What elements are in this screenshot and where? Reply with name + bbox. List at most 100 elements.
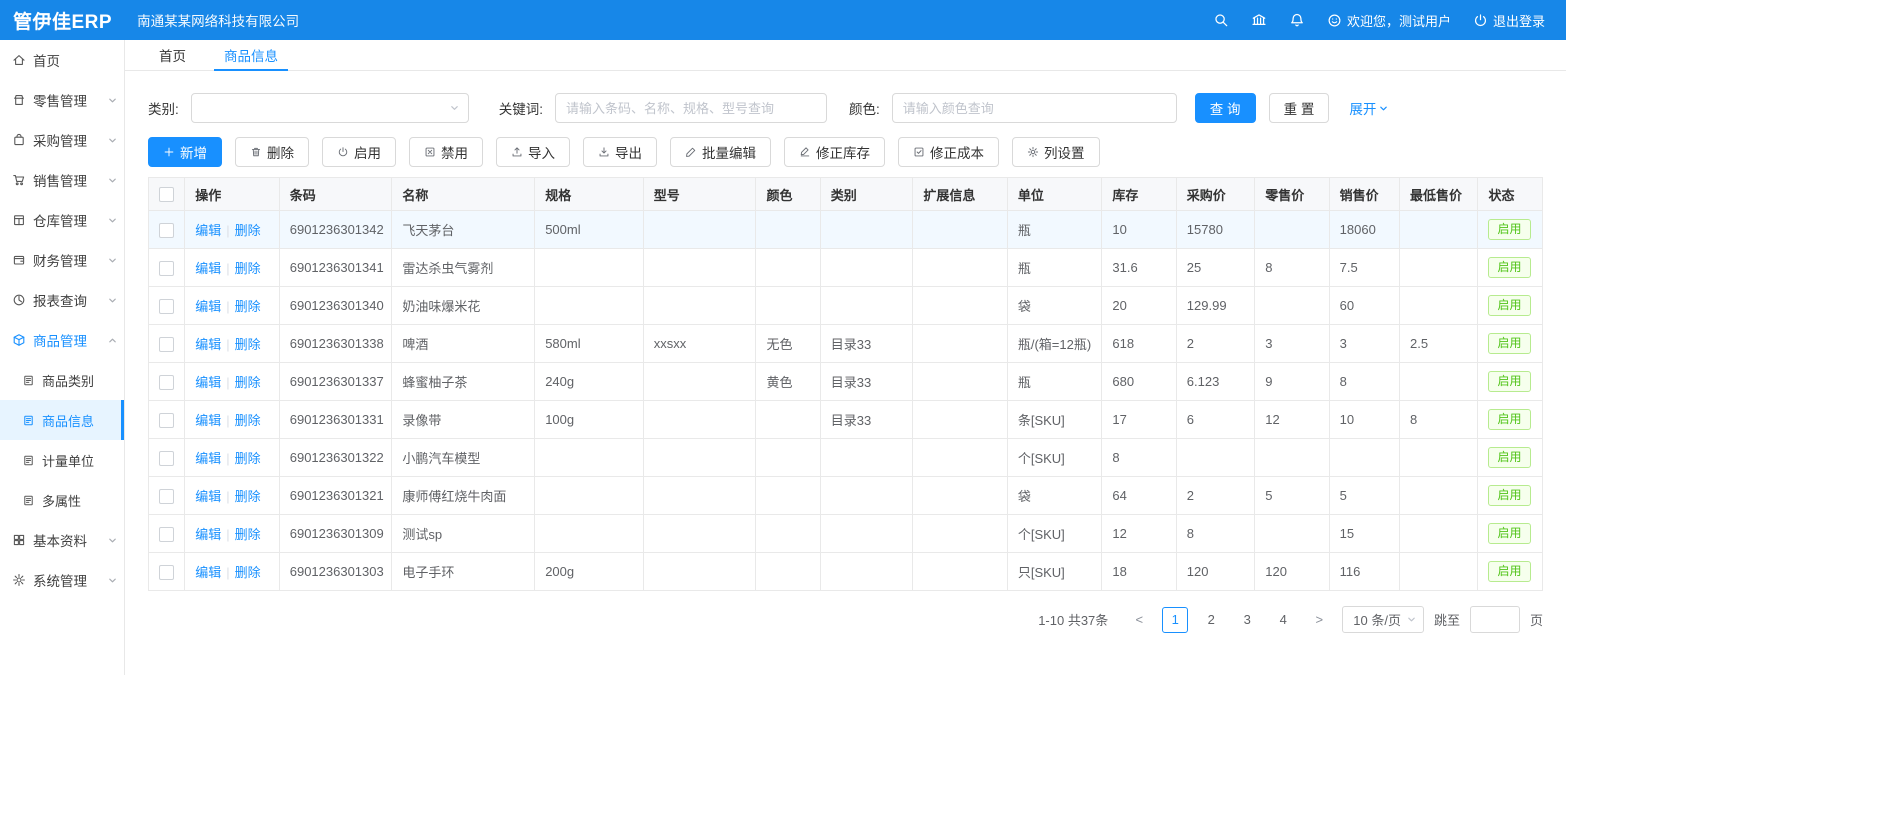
edit-link[interactable]: 编辑: [195, 375, 221, 390]
power-icon: [1473, 13, 1488, 28]
bank-icon[interactable]: [1251, 12, 1267, 28]
toolbar-启用-button[interactable]: 启用: [322, 137, 396, 167]
page-button-1[interactable]: 1: [1162, 607, 1188, 633]
sidebar-item-零售管理[interactable]: 零售管理: [0, 80, 124, 120]
row-checkbox[interactable]: [159, 223, 174, 238]
reset-button[interactable]: 重 置: [1269, 93, 1330, 123]
row-checkbox[interactable]: [159, 565, 174, 580]
color-input[interactable]: [892, 93, 1177, 123]
ops-cell: 编辑|删除: [185, 287, 280, 325]
page-button-3[interactable]: 3: [1234, 607, 1260, 633]
model-cell: [643, 439, 756, 477]
sidebar-item-商品类别[interactable]: 商品类别: [0, 360, 124, 400]
next-page-button[interactable]: >: [1306, 607, 1332, 633]
edit-link[interactable]: 编辑: [195, 299, 221, 314]
delete-link[interactable]: 删除: [235, 489, 261, 504]
status-badge[interactable]: 启用: [1488, 485, 1530, 507]
toolbar-禁用-button[interactable]: 禁用: [409, 137, 483, 167]
welcome-user[interactable]: 欢迎您，测试用户: [1327, 11, 1451, 30]
category-select[interactable]: [191, 93, 469, 123]
name-cell: 小鹏汽车模型: [392, 439, 535, 477]
sidebar-item-商品信息[interactable]: 商品信息: [0, 400, 124, 440]
status-badge[interactable]: 启用: [1488, 561, 1530, 583]
delete-link[interactable]: 删除: [235, 565, 261, 580]
search-button[interactable]: 查 询: [1195, 93, 1256, 123]
sidebar-item-采购管理[interactable]: 采购管理: [0, 120, 124, 160]
select-all-checkbox[interactable]: [159, 187, 174, 202]
delete-link[interactable]: 删除: [235, 299, 261, 314]
sidebar-item-基本资料[interactable]: 基本资料: [0, 520, 124, 560]
delete-link[interactable]: 删除: [235, 223, 261, 238]
status-badge[interactable]: 启用: [1488, 447, 1530, 469]
jump-input[interactable]: [1470, 606, 1520, 633]
bell-icon[interactable]: [1289, 12, 1305, 28]
edit-link[interactable]: 编辑: [195, 261, 221, 276]
sidebar-item-首页[interactable]: 首页: [0, 40, 124, 80]
edit-link[interactable]: 编辑: [195, 413, 221, 428]
prev-page-button[interactable]: <: [1126, 607, 1152, 633]
keyword-input[interactable]: [555, 93, 827, 123]
sidebar-item-财务管理[interactable]: 财务管理: [0, 240, 124, 280]
row-checkbox[interactable]: [159, 375, 174, 390]
delete-link[interactable]: 删除: [235, 527, 261, 542]
toolbar-删除-button[interactable]: 删除: [235, 137, 309, 167]
toolbar-导入-button[interactable]: 导入: [496, 137, 570, 167]
toolbar-列设置-button[interactable]: 列设置: [1012, 137, 1100, 167]
edit-link[interactable]: 编辑: [195, 337, 221, 352]
toolbar-批量编辑-button[interactable]: 批量编辑: [670, 137, 771, 167]
edit-link[interactable]: 编辑: [195, 451, 221, 466]
search-icon[interactable]: [1213, 12, 1229, 28]
delete-link[interactable]: 删除: [235, 375, 261, 390]
sidebar-item-系统管理[interactable]: 系统管理: [0, 560, 124, 600]
status-cell: 启用: [1478, 363, 1543, 401]
row-checkbox[interactable]: [159, 337, 174, 352]
row-checkbox[interactable]: [159, 299, 174, 314]
row-checkbox[interactable]: [159, 527, 174, 542]
tab-商品信息[interactable]: 商品信息: [214, 40, 288, 71]
status-badge[interactable]: 启用: [1488, 219, 1530, 241]
sidebar: 首页 零售管理 采购管理 销售管理 仓库管理 财务管理 报表查询 商品管理 商品…: [0, 40, 125, 675]
row-checkbox[interactable]: [159, 451, 174, 466]
sidebar-item-报表查询[interactable]: 报表查询: [0, 280, 124, 320]
purchase-price-cell: 25: [1176, 249, 1254, 287]
sale-price-cell: 15: [1329, 515, 1399, 553]
edit-link[interactable]: 编辑: [195, 223, 221, 238]
sidebar-item-销售管理[interactable]: 销售管理: [0, 160, 124, 200]
row-checkbox[interactable]: [159, 489, 174, 504]
delete-link[interactable]: 删除: [235, 413, 261, 428]
toolbar-新增-button[interactable]: 新增: [148, 137, 222, 167]
expand-link[interactable]: 展开: [1349, 98, 1388, 118]
page-button-4[interactable]: 4: [1270, 607, 1296, 633]
status-badge[interactable]: 启用: [1488, 257, 1530, 279]
model-cell: xxsxx: [643, 325, 756, 363]
status-badge[interactable]: 启用: [1488, 409, 1530, 431]
pagination-summary: 1-10 共37条: [1038, 610, 1108, 629]
status-badge[interactable]: 启用: [1488, 523, 1530, 545]
status-badge[interactable]: 启用: [1488, 333, 1530, 355]
sidebar-item-商品管理[interactable]: 商品管理: [0, 320, 124, 360]
toolbar-修正库存-button[interactable]: 修正库存: [784, 137, 885, 167]
delete-link[interactable]: 删除: [235, 451, 261, 466]
sidebar-item-计量单位[interactable]: 计量单位: [0, 440, 124, 480]
sidebar-item-仓库管理[interactable]: 仓库管理: [0, 200, 124, 240]
row-checkbox[interactable]: [159, 261, 174, 276]
row-checkbox[interactable]: [159, 413, 174, 428]
report-icon: [12, 293, 26, 307]
stock-cell: 10: [1102, 211, 1176, 249]
sidebar-item-多属性[interactable]: 多属性: [0, 480, 124, 520]
edit-link[interactable]: 编辑: [195, 565, 221, 580]
page-size-select[interactable]: 10 条/页: [1342, 606, 1424, 633]
status-cell: 启用: [1478, 401, 1543, 439]
edit-link[interactable]: 编辑: [195, 489, 221, 504]
status-badge[interactable]: 启用: [1488, 295, 1530, 317]
page-button-2[interactable]: 2: [1198, 607, 1224, 633]
status-badge[interactable]: 启用: [1488, 371, 1530, 393]
delete-link[interactable]: 删除: [235, 337, 261, 352]
delete-link[interactable]: 删除: [235, 261, 261, 276]
toolbar-导出-button[interactable]: 导出: [583, 137, 657, 167]
edit-link[interactable]: 编辑: [195, 527, 221, 542]
tab-首页[interactable]: 首页: [149, 40, 196, 71]
logout-button[interactable]: 退出登录: [1473, 11, 1545, 30]
column-header-最低售价: 最低售价: [1400, 178, 1478, 211]
toolbar-修正成本-button[interactable]: 修正成本: [898, 137, 999, 167]
